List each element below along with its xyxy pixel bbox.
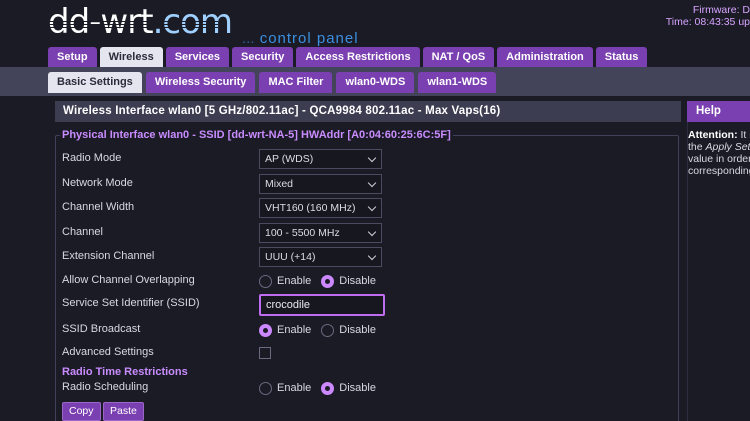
tab-wireless[interactable]: Wireless [99, 47, 163, 67]
help-line-4: corresponding [688, 165, 750, 177]
ssid-label: Service Set Identifier (SSID) [62, 297, 200, 309]
help-line-1-text: It i [740, 129, 750, 141]
allow-overlap-label: Allow Channel Overlapping [62, 274, 195, 286]
logo-text: dd-wrt [48, 2, 154, 42]
help-body: Attention: It i the Apply Settin value i… [687, 122, 750, 421]
uptime-label: Time: 08:43:35 up [665, 16, 750, 28]
chevron-down-icon [367, 251, 377, 261]
paste-button[interactable]: Paste [103, 402, 144, 421]
tab-services[interactable]: Services [165, 47, 229, 67]
chevron-down-icon [367, 178, 377, 188]
help-line-2-text: the [688, 141, 703, 153]
copy-button[interactable]: Copy [62, 402, 101, 421]
advanced-settings-row: Advanced Settings [62, 343, 622, 363]
radio-scheduling-enable-label[interactable]: Enable [277, 382, 311, 394]
wireless-settings-panel: Wireless Interface wlan0 [5 GHz/802.11ac… [55, 101, 681, 421]
channel-value: 100 - 5500 MHz [265, 227, 340, 239]
allow-overlap-disable-label[interactable]: Disable [339, 275, 376, 287]
tab-administration[interactable]: Administration [497, 47, 593, 67]
channel-width-value: VHT160 (160 MHz) [265, 202, 356, 214]
channel-select[interactable]: 100 - 5500 MHz [259, 223, 382, 243]
extension-channel-select[interactable]: UUU (+14) [259, 247, 382, 267]
logo-dots: ... [242, 30, 255, 47]
extension-channel-value: UUU (+14) [265, 251, 316, 263]
ssid-broadcast-radio-group: Enable Disable [259, 320, 386, 340]
tab-nat-qos[interactable]: NAT / QoS [422, 47, 495, 67]
tab-access-restrictions[interactable]: Access Restrictions [296, 47, 420, 67]
firmware-label: Firmware: D [692, 4, 750, 16]
network-mode-select[interactable]: Mixed [259, 174, 382, 194]
help-attention: Attention: [688, 129, 738, 141]
chevron-down-icon [367, 227, 377, 237]
help-line-2: the Apply Settin [688, 141, 750, 153]
subtab-wlan0-wds[interactable]: wlan0-WDS [336, 72, 415, 93]
logo-domain-text: .com [152, 2, 233, 42]
advanced-settings-checkbox[interactable] [259, 347, 271, 359]
subtab-wireless-security[interactable]: Wireless Security [145, 72, 256, 93]
allow-overlap-disable-radio[interactable] [321, 274, 335, 288]
extension-channel-label: Extension Channel [62, 250, 155, 262]
firmware-info: Firmware: D Time: 08:43:35 up [666, 4, 750, 28]
ssid-broadcast-disable-radio[interactable] [321, 323, 335, 337]
advanced-settings-label: Advanced Settings [62, 346, 154, 358]
help-line-2-italic: Apply Settin [705, 141, 750, 153]
help-line-3: value in order t [688, 153, 750, 165]
allow-overlap-radio-group: Enable Disable [259, 271, 386, 291]
network-mode-label: Network Mode [62, 177, 133, 189]
ssid-input[interactable] [259, 294, 385, 316]
network-mode-value: Mixed [265, 178, 294, 190]
channel-width-select[interactable]: VHT160 (160 MHz) [259, 198, 382, 218]
subtab-mac-filter[interactable]: MAC Filter [259, 72, 333, 93]
help-line-1: Attention: It i [688, 129, 750, 141]
copy-paste-row: Copy Paste [62, 402, 622, 421]
radio-scheduling-enable-radio[interactable] [259, 381, 272, 395]
subtab-basic-settings[interactable]: Basic Settings [48, 72, 142, 93]
extension-channel-row: Extension Channel UUU (+14) [62, 247, 622, 267]
allow-overlap-enable-label[interactable]: Enable [277, 275, 311, 287]
network-mode-row: Network Mode Mixed [62, 174, 622, 194]
ssid-broadcast-row: SSID Broadcast Enable Disable [62, 320, 622, 340]
radio-mode-label: Radio Mode [62, 152, 122, 164]
chevron-down-icon [367, 202, 377, 212]
header: dd-wrt.com ... control panel Firmware: D… [0, 0, 750, 47]
tab-security[interactable]: Security [231, 47, 294, 67]
sub-tabs: Basic Settings Wireless Security MAC Fil… [48, 72, 497, 93]
radio-scheduling-label: Radio Scheduling [62, 381, 149, 393]
tab-status[interactable]: Status [595, 47, 648, 67]
ssid-broadcast-enable-label[interactable]: Enable [277, 324, 311, 336]
ssid-broadcast-disable-label[interactable]: Disable [339, 324, 376, 336]
fieldset-legend: Physical Interface wlan0 - SSID [dd-wrt-… [60, 129, 453, 141]
radio-mode-select[interactable]: AP (WDS) [259, 149, 382, 169]
ssid-broadcast-enable-radio[interactable] [259, 323, 272, 337]
help-panel: Help Attention: It i the Apply Settin va… [687, 101, 750, 421]
allow-overlap-enable-radio[interactable] [259, 274, 272, 288]
ssid-row: Service Set Identifier (SSID) [62, 294, 622, 318]
channel-label: Channel [62, 226, 103, 238]
allow-overlap-row: Allow Channel Overlapping Enable Disable [62, 271, 622, 291]
channel-row: Channel 100 - 5500 MHz [62, 223, 622, 243]
ssid-broadcast-label: SSID Broadcast [62, 323, 141, 335]
main-tabs: Setup Wireless Services Security Access … [48, 47, 648, 67]
channel-width-label: Channel Width [62, 201, 135, 213]
radio-scheduling-radio-group: Enable Disable [259, 378, 386, 398]
panel-title: Wireless Interface wlan0 [5 GHz/802.11ac… [55, 101, 681, 122]
help-text: Attention: It i the Apply Settin value i… [688, 129, 750, 177]
radio-scheduling-disable-radio[interactable] [321, 381, 335, 395]
radio-mode-row: Radio Mode AP (WDS) [62, 149, 622, 169]
radio-mode-value: AP (WDS) [265, 153, 314, 165]
help-title: Help [687, 101, 750, 122]
channel-width-row: Channel Width VHT160 (160 MHz) [62, 198, 622, 218]
subtab-wlan1-wds[interactable]: wlan1-WDS [418, 72, 497, 93]
radio-scheduling-disable-label[interactable]: Disable [339, 382, 376, 394]
radio-time-restrictions-heading: Radio Time Restrictions [62, 366, 188, 378]
radio-scheduling-row: Radio Scheduling Enable Disable [62, 378, 622, 398]
logo-subtitle-text: control panel [259, 30, 359, 47]
physical-interface-fieldset: Physical Interface wlan0 - SSID [dd-wrt-… [55, 129, 679, 421]
chevron-down-icon [367, 153, 377, 163]
tab-setup[interactable]: Setup [48, 47, 97, 67]
logo-subtitle: ... control panel [242, 30, 359, 47]
